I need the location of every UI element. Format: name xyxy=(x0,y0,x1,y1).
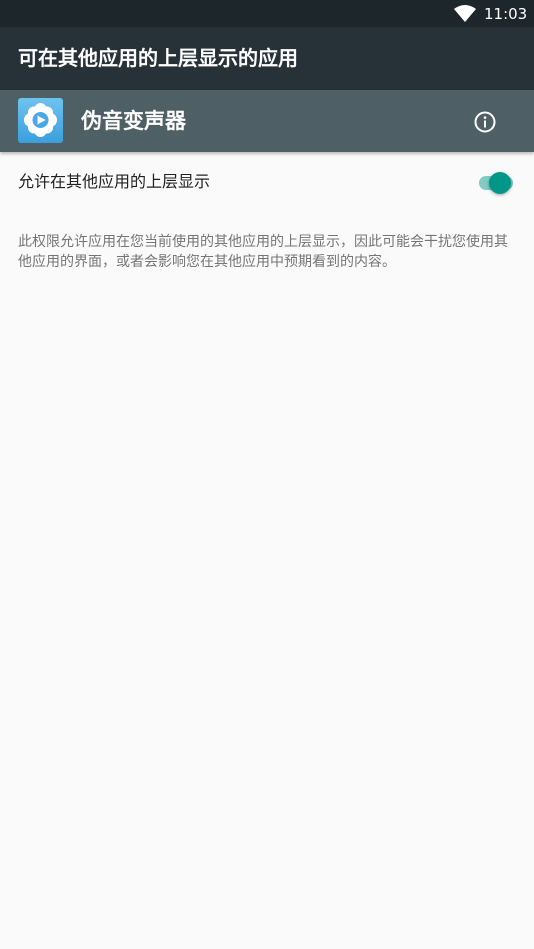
overlay-permission-row[interactable]: 允许在其他应用的上层显示 xyxy=(0,152,534,214)
switch-thumb xyxy=(489,172,511,194)
overlay-permission-switch[interactable] xyxy=(476,168,516,198)
app-name: 伪音变声器 xyxy=(81,109,186,133)
app-info-button[interactable] xyxy=(470,107,499,136)
status-time: 11:03 xyxy=(484,5,528,23)
wifi-icon xyxy=(454,5,476,22)
status-bar: 11:03 xyxy=(0,0,534,27)
info-icon xyxy=(474,111,495,132)
overlay-permission-label: 允许在其他应用的上层显示 xyxy=(18,172,211,191)
page-title: 可在其他应用的上层显示的应用 xyxy=(18,46,298,70)
toolbar: 可在其他应用的上层显示的应用 xyxy=(0,27,534,90)
app-header: 伪音变声器 xyxy=(0,90,534,152)
permission-description: 此权限允许应用在您当前使用的其他应用的上层显示，因此可能会干扰您使用其他应用的界… xyxy=(18,234,508,270)
app-cloud-play-icon xyxy=(18,98,63,143)
